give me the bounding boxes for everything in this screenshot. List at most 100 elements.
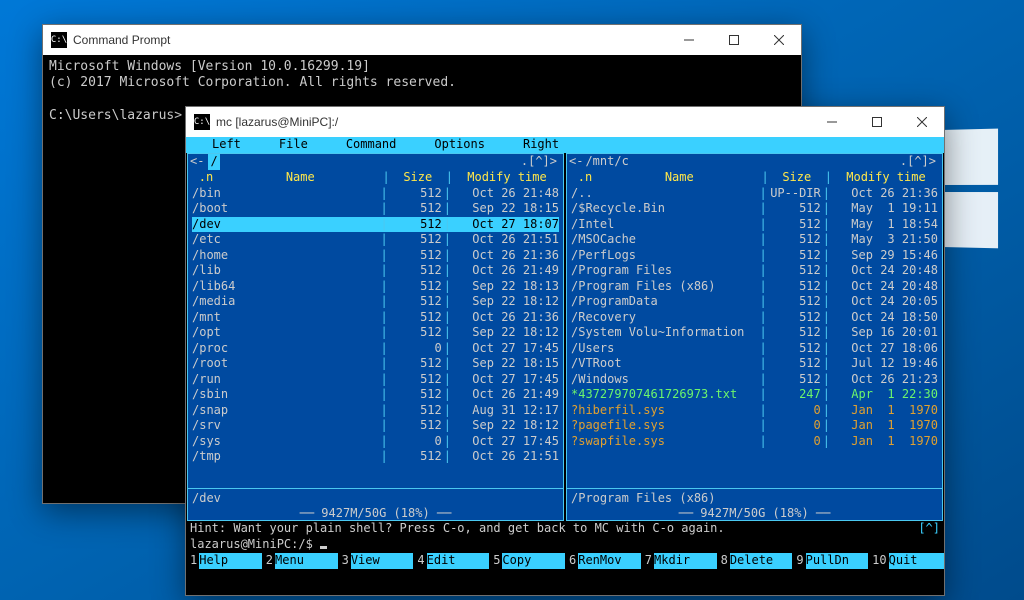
file-row[interactable]: /etc|512|Oct 26 21:51 bbox=[192, 232, 559, 248]
menu-left[interactable]: Left bbox=[212, 137, 241, 153]
file-mtime: May 3 21:50 bbox=[832, 232, 938, 248]
fkey-delete[interactable]: 8Delete bbox=[717, 553, 793, 569]
right-panel-caret: .[^]> bbox=[900, 154, 936, 170]
left-col-headers: .n Name| Size| Modify time bbox=[188, 170, 563, 186]
file-mtime: Jul 12 19:46 bbox=[832, 356, 938, 372]
file-row[interactable]: /media|512|Sep 22 18:12 bbox=[192, 294, 559, 310]
mc-titlebar[interactable]: C:\ mc [lazarus@MiniPC]:/ bbox=[186, 107, 944, 137]
maximize-button[interactable] bbox=[854, 107, 899, 137]
file-name: /media bbox=[192, 294, 379, 310]
file-size: UP--DIR bbox=[769, 186, 821, 202]
file-row[interactable]: ?swapfile.sys|0|Jan 1 1970 bbox=[571, 434, 938, 450]
file-row[interactable]: /snap|512|Aug 31 12:17 bbox=[192, 403, 559, 419]
file-row[interactable]: /mnt|512|Oct 26 21:36 bbox=[192, 310, 559, 326]
menu-command[interactable]: Command bbox=[346, 137, 397, 153]
file-size: 512 bbox=[769, 201, 821, 217]
file-row[interactable]: /MSOCache|512|May 3 21:50 bbox=[571, 232, 938, 248]
minimize-button[interactable] bbox=[666, 25, 711, 55]
file-row[interactable]: ?pagefile.sys|0|Jan 1 1970 bbox=[571, 418, 938, 434]
file-row[interactable]: /Program Files (x86)|512|Oct 24 20:48 bbox=[571, 279, 938, 295]
cmd-titlebar[interactable]: C:\ Command Prompt bbox=[43, 25, 801, 55]
file-row[interactable]: /lib|512|Oct 26 21:49 bbox=[192, 263, 559, 279]
mc-window: C:\ mc [lazarus@MiniPC]:/ Left File Comm… bbox=[185, 106, 945, 596]
file-size: 512 bbox=[769, 310, 821, 326]
fkey-view[interactable]: 3View bbox=[338, 553, 414, 569]
file-row[interactable]: /home|512|Oct 26 21:36 bbox=[192, 248, 559, 264]
fkey-help[interactable]: 1Help bbox=[186, 553, 262, 569]
file-size: 512 bbox=[769, 356, 821, 372]
right-panel-path[interactable]: /mnt/c bbox=[585, 154, 628, 170]
right-col-headers: .n Name| Size| Modify time bbox=[567, 170, 942, 186]
file-name: /sbin bbox=[192, 387, 379, 403]
file-row[interactable]: /bin|512|Oct 26 21:48 bbox=[192, 186, 559, 202]
function-keys: 1Help2Menu3View4Edit5Copy6RenMov7Mkdir8D… bbox=[186, 553, 944, 569]
file-size: 512 bbox=[390, 325, 442, 341]
file-mtime: Jan 1 1970 bbox=[832, 418, 938, 434]
file-row[interactable]: /root|512|Sep 22 18:15 bbox=[192, 356, 559, 372]
left-panel-caret: .[^]> bbox=[521, 154, 557, 170]
file-mtime: Oct 26 21:48 bbox=[453, 186, 559, 202]
file-row[interactable]: /tmp|512|Oct 26 21:51 bbox=[192, 449, 559, 465]
file-row[interactable]: /PerfLogs|512|Sep 29 15:46 bbox=[571, 248, 938, 264]
file-size: 512 bbox=[769, 263, 821, 279]
left-panel-path[interactable]: / bbox=[208, 154, 219, 170]
file-row[interactable]: /lib64|512|Sep 22 18:13 bbox=[192, 279, 559, 295]
fkey-quit[interactable]: 10Quit bbox=[868, 553, 944, 569]
close-button[interactable] bbox=[756, 25, 801, 55]
file-row[interactable]: /run|512|Oct 27 17:45 bbox=[192, 372, 559, 388]
file-row[interactable]: /Windows|512|Oct 26 21:23 bbox=[571, 372, 938, 388]
file-row[interactable]: /Users|512|Oct 27 18:06 bbox=[571, 341, 938, 357]
file-size: 0 bbox=[769, 434, 821, 450]
file-name: /MSOCache bbox=[571, 232, 758, 248]
file-row[interactable]: /System Volu~Information|512|Sep 16 20:0… bbox=[571, 325, 938, 341]
left-panel: <- / .[^]> .n Name| Size| Modify time /b… bbox=[187, 153, 564, 521]
file-mtime: Jan 1 1970 bbox=[832, 403, 938, 419]
file-row[interactable]: /sys|0|Oct 27 17:45 bbox=[192, 434, 559, 450]
file-row[interactable]: /dev|512|Oct 27 18:07 bbox=[192, 217, 559, 233]
file-size: 512 bbox=[390, 356, 442, 372]
fkey-edit[interactable]: 4Edit bbox=[413, 553, 489, 569]
file-row[interactable]: /..|UP--DIR|Oct 26 21:36 bbox=[571, 186, 938, 202]
file-row[interactable]: *437279707461726973.txt|247|Apr 1 22:30 bbox=[571, 387, 938, 403]
menu-options[interactable]: Options bbox=[434, 137, 485, 153]
file-row[interactable]: /opt|512|Sep 22 18:12 bbox=[192, 325, 559, 341]
file-row[interactable]: /boot|512|Sep 22 18:15 bbox=[192, 201, 559, 217]
file-mtime: Oct 27 17:45 bbox=[453, 434, 559, 450]
fkey-renmov[interactable]: 6RenMov bbox=[565, 553, 641, 569]
fkey-mkdir[interactable]: 7Mkdir bbox=[641, 553, 717, 569]
fkey-pulldn[interactable]: 9PullDn bbox=[792, 553, 868, 569]
left-panel-gauge: ── 9427M/50G (18%) ── bbox=[188, 506, 563, 520]
file-mtime: Aug 31 12:17 bbox=[453, 403, 559, 419]
file-row[interactable]: /ProgramData|512|Oct 24 20:05 bbox=[571, 294, 938, 310]
file-size: 247 bbox=[769, 387, 821, 403]
menu-file[interactable]: File bbox=[279, 137, 308, 153]
file-row[interactable]: /VTRoot|512|Jul 12 19:46 bbox=[571, 356, 938, 372]
menu-right[interactable]: Right bbox=[523, 137, 559, 153]
shell-prompt[interactable]: lazarus@MiniPC:/$ bbox=[186, 537, 944, 553]
close-button[interactable] bbox=[899, 107, 944, 137]
file-size: 512 bbox=[769, 294, 821, 310]
file-row[interactable]: ?hiberfil.sys|0|Jan 1 1970 bbox=[571, 403, 938, 419]
file-name: /Intel bbox=[571, 217, 758, 233]
file-size: 512 bbox=[390, 248, 442, 264]
file-row[interactable]: /Program Files|512|Oct 24 20:48 bbox=[571, 263, 938, 279]
fkey-number: 7 bbox=[641, 553, 654, 569]
file-row[interactable]: /proc|0|Oct 27 17:45 bbox=[192, 341, 559, 357]
file-row[interactable]: /Intel|512|May 1 18:54 bbox=[571, 217, 938, 233]
file-size: 512 bbox=[769, 232, 821, 248]
file-mtime: Oct 26 21:36 bbox=[453, 310, 559, 326]
file-row[interactable]: /srv|512|Sep 22 18:12 bbox=[192, 418, 559, 434]
hint-line: Hint: Want your plain shell? Press C-o, … bbox=[186, 521, 944, 537]
file-name: /srv bbox=[192, 418, 379, 434]
file-row[interactable]: /sbin|512|Oct 26 21:49 bbox=[192, 387, 559, 403]
file-name: /proc bbox=[192, 341, 379, 357]
maximize-button[interactable] bbox=[711, 25, 756, 55]
file-row[interactable]: /$Recycle.Bin|512|May 1 19:11 bbox=[571, 201, 938, 217]
file-mtime: Sep 16 20:01 bbox=[832, 325, 938, 341]
fkey-number: 5 bbox=[489, 553, 502, 569]
minimize-button[interactable] bbox=[809, 107, 854, 137]
fkey-menu[interactable]: 2Menu bbox=[262, 553, 338, 569]
mc-menubar: Left File Command Options Right bbox=[186, 137, 944, 153]
file-row[interactable]: /Recovery|512|Oct 24 18:50 bbox=[571, 310, 938, 326]
fkey-copy[interactable]: 5Copy bbox=[489, 553, 565, 569]
